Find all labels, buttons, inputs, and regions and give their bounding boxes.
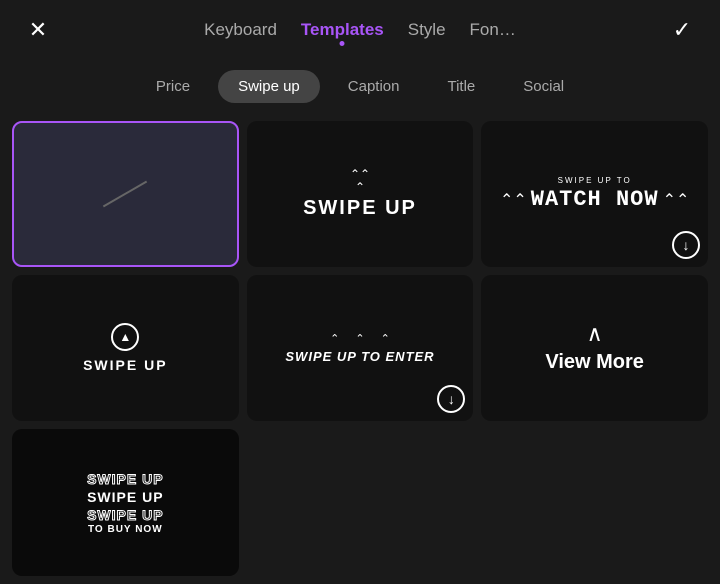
swipe-bold-label: SWIPE UP (303, 197, 417, 220)
nav-item-style[interactable]: Style (408, 20, 446, 40)
tab-title[interactable]: Title (427, 70, 495, 103)
watch-left-arrows: ⌃⌃ (500, 190, 527, 210)
nav-item-keyboard[interactable]: Keyboard (204, 20, 277, 40)
caret-up-icon: ∧ (587, 323, 603, 345)
nav-item-font[interactable]: Fon… (470, 20, 516, 40)
swipe-enter-download-badge[interactable]: ↓ (437, 385, 465, 413)
nav-item-templates[interactable]: Templates (301, 20, 384, 40)
check-icon: ✓ (673, 17, 691, 43)
template-empty[interactable] (12, 121, 239, 267)
empty-line (103, 181, 147, 208)
template-swipe-enter[interactable]: ⌃ ⌃ ⌃ SWIPE UP TO ENTER ↓ (247, 275, 474, 421)
stacked-line-2: SWIPE UP (87, 488, 163, 506)
tab-caption[interactable]: Caption (328, 70, 420, 103)
stacked-line-1: SWIPE UP (87, 470, 163, 488)
tab-price[interactable]: Price (136, 70, 210, 103)
download-badge[interactable]: ↓ (672, 231, 700, 259)
swipe-enter-label: SWIPE UP TO ENTER (285, 349, 434, 364)
stacked-line-3: SWIPE UP (87, 506, 163, 524)
close-icon: ✕ (29, 17, 47, 43)
category-tabs: Price Swipe up Caption Title Social (0, 60, 720, 113)
tab-social[interactable]: Social (503, 70, 584, 103)
confirm-button[interactable]: ✓ (664, 12, 700, 48)
watch-now-label: WATCH NOW (531, 187, 659, 212)
template-watch-now[interactable]: SWIPE UP TO ⌃⌃ WATCH NOW ⌃⌃ ↓ (481, 121, 708, 267)
top-nav: ✕ Keyboard Templates Style Fon… ✓ (0, 0, 720, 60)
template-swipe-circle[interactable]: ▲ SWIPE UP (12, 275, 239, 421)
watch-now-main: ⌃⌃ WATCH NOW ⌃⌃ (500, 187, 689, 212)
chevrons-icon: ⌃⌃ ⌃ (350, 168, 370, 193)
view-more-label: View More (545, 351, 644, 374)
template-view-more[interactable]: ∧ View More (481, 275, 708, 421)
watch-right-arrows: ⌃⌃ (663, 190, 690, 210)
swipe-circle-label: SWIPE UP (83, 357, 167, 373)
watch-now-sub: SWIPE UP TO (558, 176, 632, 185)
close-button[interactable]: ✕ (20, 12, 56, 48)
tab-swipe-up[interactable]: Swipe up (218, 70, 320, 103)
nav-items: Keyboard Templates Style Fon… (56, 20, 664, 40)
swipe-enter-arrows: ⌃ ⌃ ⌃ (330, 332, 390, 345)
template-swipe-bold[interactable]: ⌃⌃ ⌃ SWIPE UP (247, 121, 474, 267)
stacked-line-4: TO BUY NOW (88, 524, 163, 535)
template-grid: ⌃⌃ ⌃ SWIPE UP SWIPE UP TO ⌃⌃ WATCH NOW ⌃… (0, 113, 720, 584)
circle-up-icon: ▲ (111, 323, 139, 351)
